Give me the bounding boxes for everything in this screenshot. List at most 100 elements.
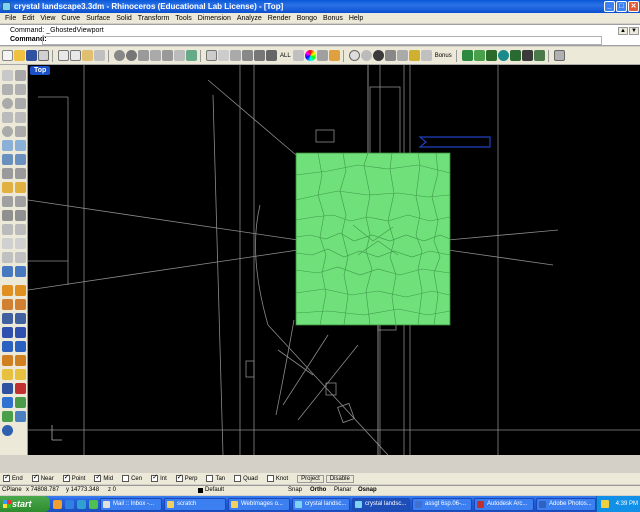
explode-icon[interactable] [15, 210, 26, 221]
cage-icon[interactable] [15, 411, 26, 422]
menu-view[interactable]: View [37, 15, 58, 22]
minimize-button[interactable]: _ [604, 1, 615, 12]
checkbox[interactable] [234, 475, 242, 482]
four-viewports-icon[interactable] [206, 50, 217, 61]
circle-icon[interactable] [2, 98, 13, 109]
select-arrow-icon[interactable] [2, 70, 13, 81]
ellipse-icon[interactable] [2, 126, 13, 137]
camera-icon[interactable] [521, 50, 533, 61]
layers-icon[interactable] [316, 50, 328, 61]
select-curves-icon[interactable] [292, 50, 304, 61]
checkbox[interactable] [206, 475, 214, 482]
text-icon[interactable] [2, 238, 13, 249]
menu-solid[interactable]: Solid [113, 15, 135, 22]
properties-icon[interactable] [328, 50, 340, 61]
shaded-icon[interactable] [360, 50, 372, 61]
solid-box-icon[interactable] [2, 154, 13, 165]
viewport-title-tab[interactable]: Top [30, 66, 51, 75]
title-bar[interactable]: crystal landscape3.3dm - Rhinoceros (Edu… [0, 0, 640, 13]
start-button[interactable]: start [0, 496, 50, 512]
block-icon[interactable] [2, 383, 13, 394]
flow-icon[interactable] [15, 313, 26, 324]
menu-help[interactable]: Help [346, 15, 366, 22]
plant-icon[interactable] [533, 50, 545, 61]
mirror-icon[interactable] [15, 224, 26, 235]
select-all-button[interactable]: ALL [280, 53, 291, 59]
checkbox[interactable] [175, 473, 183, 482]
osnap-knot[interactable]: Knot [266, 475, 288, 482]
checkbox[interactable] [31, 473, 39, 482]
project-icon[interactable] [15, 252, 26, 263]
osnap-mid[interactable]: Mid [94, 473, 113, 482]
render-icon[interactable] [384, 50, 396, 61]
taskbar-button-autodesk[interactable]: Autodesk Arc... [474, 497, 534, 511]
save-icon[interactable] [26, 50, 37, 61]
polyline-icon[interactable] [2, 84, 13, 95]
orient-icon[interactable] [2, 313, 13, 324]
checkbox[interactable] [3, 473, 10, 482]
osnap-end[interactable]: End [3, 473, 23, 482]
sphere-render-icon[interactable] [497, 50, 509, 61]
hide-objects-icon[interactable] [242, 50, 253, 61]
color-wheel-icon[interactable] [304, 50, 316, 61]
taskbar-button-webimages[interactable]: WebImages o... [228, 497, 290, 511]
free-form-icon[interactable] [15, 126, 26, 137]
fillet-icon[interactable] [2, 182, 13, 193]
copy-object-icon[interactable] [15, 285, 26, 296]
menu-file[interactable]: File [2, 15, 19, 22]
envelope-icon[interactable] [2, 355, 13, 366]
media-icon[interactable] [89, 499, 98, 509]
print-icon[interactable] [38, 50, 49, 61]
ie-icon[interactable] [65, 499, 74, 509]
disable-button[interactable]: Disable [325, 474, 354, 483]
rotate-view-icon[interactable] [126, 50, 137, 61]
undo-icon[interactable] [94, 50, 105, 61]
new-file-icon[interactable] [2, 50, 13, 61]
join-icon[interactable] [2, 210, 13, 221]
osnap-int[interactable]: Int [151, 473, 167, 482]
control-points-icon[interactable] [2, 327, 13, 338]
hatch-icon[interactable] [2, 252, 13, 263]
taskbar-button-assgt[interactable]: assgt 6sp.06-... [412, 497, 472, 511]
construction-plane-icon[interactable] [230, 50, 241, 61]
rotate-icon[interactable] [2, 299, 13, 310]
taskbar-button-crystal-2[interactable]: crystal landsc... [352, 497, 410, 511]
wireframe-icon[interactable] [348, 50, 360, 61]
arc-icon[interactable] [15, 98, 26, 109]
command-input[interactable] [42, 36, 602, 45]
menu-curve[interactable]: Curve [58, 15, 83, 22]
menu-transform[interactable]: Transform [135, 15, 173, 22]
close-button[interactable]: ✕ [628, 1, 639, 12]
render-object-icon[interactable] [2, 397, 13, 408]
firefox-icon[interactable] [53, 499, 62, 509]
zoom-dynamic-icon[interactable] [138, 50, 149, 61]
pan-icon[interactable] [114, 50, 125, 61]
circle-tool-icon[interactable] [2, 425, 13, 436]
dimension-icon[interactable] [15, 238, 26, 249]
ortho-toggle[interactable]: Ortho [310, 487, 326, 493]
copy-icon[interactable] [70, 50, 81, 61]
command-scroll-up-icon[interactable]: ▲ [618, 27, 628, 35]
array-icon[interactable] [2, 224, 13, 235]
rebuild-icon[interactable] [15, 327, 26, 338]
grid-options-icon[interactable] [553, 50, 565, 61]
planar-toggle[interactable]: Planar [334, 487, 351, 493]
what-icon[interactable] [15, 369, 26, 380]
rectangle-icon[interactable] [2, 112, 13, 123]
menu-render[interactable]: Render [265, 15, 294, 22]
taskbar-button-photoshop[interactable]: Adobe Photos... [536, 497, 596, 511]
options-icon[interactable] [420, 50, 432, 61]
point-icon[interactable] [15, 70, 26, 81]
extrude-icon[interactable] [15, 154, 26, 165]
material-icon[interactable] [473, 50, 485, 61]
show-objects-icon[interactable] [266, 50, 277, 61]
osnap-tan[interactable]: Tan [206, 475, 225, 482]
tray-icon[interactable] [601, 500, 609, 508]
analyze-icon[interactable] [2, 266, 13, 277]
crystal-surface[interactable] [295, 152, 451, 326]
show-desktop-icon[interactable] [77, 499, 86, 509]
split-icon[interactable] [15, 196, 26, 207]
polygon-icon[interactable] [15, 112, 26, 123]
trim-icon[interactable] [2, 196, 13, 207]
menu-dimension[interactable]: Dimension [195, 15, 234, 22]
